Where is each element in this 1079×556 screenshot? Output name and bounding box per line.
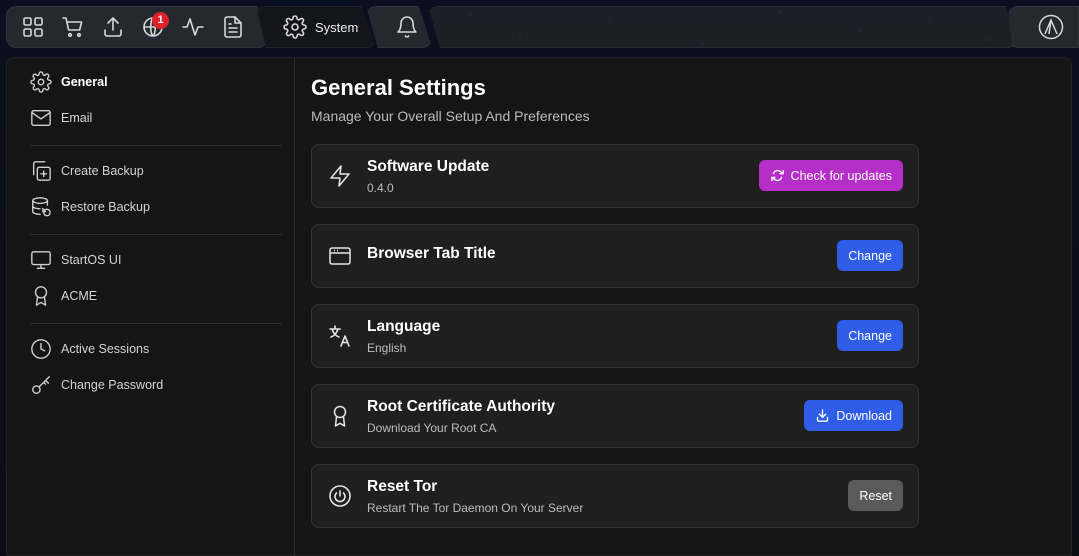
page-title: General Settings	[311, 75, 486, 100]
certificate-icon	[328, 404, 352, 428]
language-value: English	[367, 341, 407, 355]
language-card: Language English Change	[311, 304, 919, 368]
sidebar-item-label: Active Sessions	[61, 342, 150, 356]
document-icon[interactable]	[221, 15, 245, 39]
award-icon	[34, 286, 48, 306]
sidebar-divider	[30, 145, 282, 146]
card-subtitle: Restart The Tor Daemon On Your Server	[367, 501, 584, 515]
sidebar-item-general[interactable]: General	[30, 70, 108, 94]
grid-icon[interactable]	[21, 15, 45, 39]
sidebar-item-label: Email	[61, 111, 93, 125]
download-root-ca-button[interactable]: Download	[804, 400, 903, 431]
refresh-icon	[770, 169, 784, 182]
sidebar-divider	[30, 323, 282, 324]
sidebar-item-label: Restore Backup	[61, 200, 150, 214]
button-label: Change	[848, 328, 892, 343]
sidebar-item-label: ACME	[61, 289, 98, 303]
mail-icon	[31, 109, 51, 127]
button-label: Check for updates	[790, 168, 892, 183]
card-subtitle: Download Your Root CA	[367, 421, 497, 435]
gear-icon	[30, 71, 52, 93]
translate-icon	[328, 324, 352, 348]
card-title: Browser Tab Title	[367, 245, 496, 262]
card-title: Reset Tor	[367, 478, 438, 495]
activity-icon[interactable]	[181, 15, 205, 39]
sidebar-item-label: Create Backup	[61, 164, 144, 178]
button-label: Change	[848, 248, 892, 263]
version-text: 0.4.0	[367, 181, 394, 195]
browser-window-icon	[328, 244, 352, 268]
page-subtitle: Manage Your Overall Setup And Preference…	[311, 108, 590, 124]
upload-icon[interactable]	[101, 15, 125, 39]
card-title: Root Certificate Authority	[367, 398, 556, 415]
gear-icon	[283, 15, 307, 39]
sidebar-item-email[interactable]: Email	[30, 106, 92, 130]
reset-tor-button[interactable]: Reset	[848, 480, 903, 511]
power-icon	[328, 484, 352, 508]
root-ca-card: Root Certificate Authority Download Your…	[311, 384, 919, 448]
copy-plus-icon	[32, 161, 51, 181]
change-language-button[interactable]: Change	[837, 320, 903, 351]
system-tab-label[interactable]: System	[315, 20, 358, 35]
key-icon	[32, 376, 50, 394]
sidebar-item-label: Change Password	[61, 378, 164, 392]
sidebar-item-acme[interactable]: ACME	[30, 284, 97, 308]
database-restore-icon	[32, 197, 51, 217]
download-icon	[817, 409, 829, 422]
card-title: Language	[367, 318, 441, 335]
button-label: Download	[836, 408, 892, 423]
reset-tor-card: Reset Tor Restart The Tor Daemon On Your…	[311, 464, 919, 528]
button-label: Reset	[859, 488, 892, 503]
card-title: Software Update	[367, 158, 490, 175]
sidebar-item-label: General	[61, 75, 108, 89]
sidebar-divider	[30, 234, 282, 235]
zap-icon	[328, 164, 352, 188]
sidebar-item-active-sessions[interactable]: Active Sessions	[30, 337, 149, 361]
browser-tab-title-card: Browser Tab Title Change	[311, 224, 919, 288]
clock-icon	[31, 339, 51, 359]
sidebar-item-change-password[interactable]: Change Password	[30, 373, 163, 397]
settings-sidebar: General Email Create Backup Restore Back…	[6, 57, 295, 556]
sidebar-item-startos-ui[interactable]: StartOS UI	[30, 248, 121, 272]
sidebar-item-restore-backup[interactable]: Restore Backup	[30, 195, 150, 219]
sidebar-item-create-backup[interactable]: Create Backup	[30, 159, 144, 183]
toolbar-spacer-tab	[428, 6, 1018, 48]
cart-icon[interactable]	[61, 15, 85, 39]
monitor-icon	[31, 251, 51, 269]
notification-badge: 1	[152, 12, 169, 29]
software-update-card: Software Update 0.4.0 Check for updates	[311, 144, 919, 208]
check-updates-button[interactable]: Check for updates	[758, 160, 903, 191]
bell-icon[interactable]	[395, 15, 419, 39]
change-tab-title-button[interactable]: Change	[837, 240, 903, 271]
sidebar-item-label: StartOS UI	[61, 253, 122, 267]
startos-logo-icon[interactable]	[1038, 14, 1064, 40]
